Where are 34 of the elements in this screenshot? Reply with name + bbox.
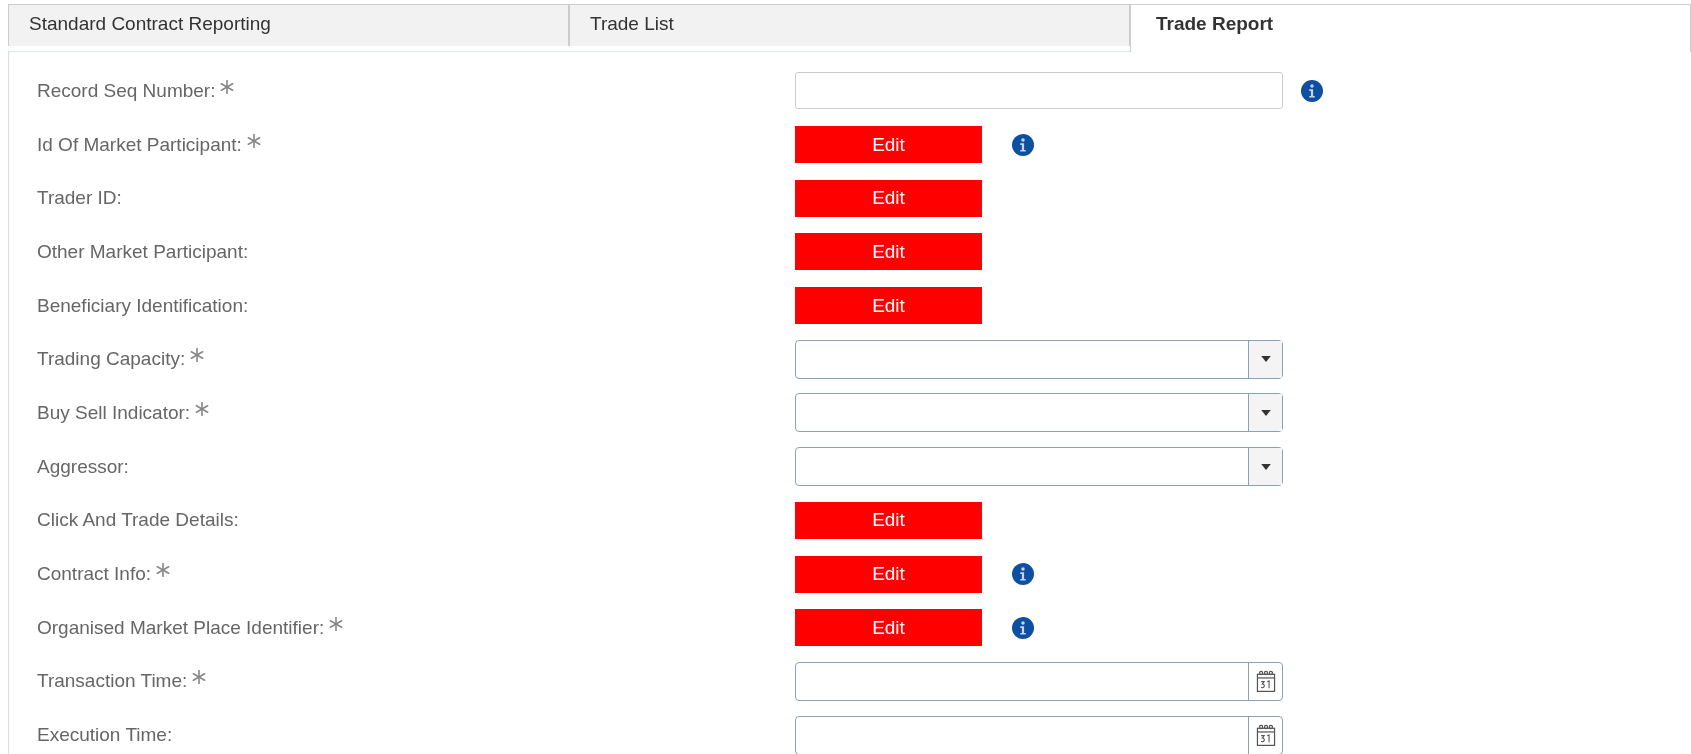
field-label: Trader ID: <box>37 187 122 210</box>
edit-button[interactable]: Edit <box>795 287 982 325</box>
field-label: Organised Market Place Identifier: <box>37 616 325 639</box>
field-label: Record Seq Number: <box>37 79 216 102</box>
dropdown[interactable] <box>795 339 1283 379</box>
edit-button[interactable]: Edit <box>795 179 982 217</box>
field-label: Transaction Time: <box>37 670 188 693</box>
field-label: Click And Trade Details: <box>37 509 239 532</box>
field-label: Aggressor: <box>37 455 129 478</box>
dropdown[interactable] <box>795 447 1283 487</box>
field-label: Contract Info: <box>37 563 152 586</box>
text-field[interactable] <box>795 72 1283 110</box>
field-label: Beneficiary Identification: <box>37 294 249 317</box>
tab[interactable]: Trade Report <box>1130 4 1691 52</box>
caret-icon <box>1260 463 1271 470</box>
date-field[interactable] <box>795 715 1283 754</box>
edit-button[interactable]: Edit <box>795 555 982 593</box>
calendar-icon <box>1254 669 1277 694</box>
tab[interactable]: Standard Contract Reporting <box>8 4 569 46</box>
field-label: Buy Sell Indicator: <box>37 401 191 424</box>
date-field[interactable] <box>795 661 1283 701</box>
caret-icon <box>1260 409 1271 416</box>
dropdown[interactable] <box>795 393 1283 433</box>
field-label: Id Of Market Participant: <box>37 133 242 156</box>
caret-icon <box>1260 356 1271 363</box>
field-label: Trading Capacity: <box>37 348 186 371</box>
calendar-icon <box>1254 723 1277 748</box>
edit-button[interactable]: Edit <box>795 233 982 271</box>
edit-button[interactable]: Edit <box>795 126 982 164</box>
tab[interactable]: Trade List <box>569 4 1130 46</box>
edit-button[interactable]: Edit <box>795 609 982 647</box>
field-label: Other Market Participant: <box>37 240 249 263</box>
edit-button[interactable]: Edit <box>795 501 982 539</box>
field-label: Execution Time: <box>37 724 173 747</box>
